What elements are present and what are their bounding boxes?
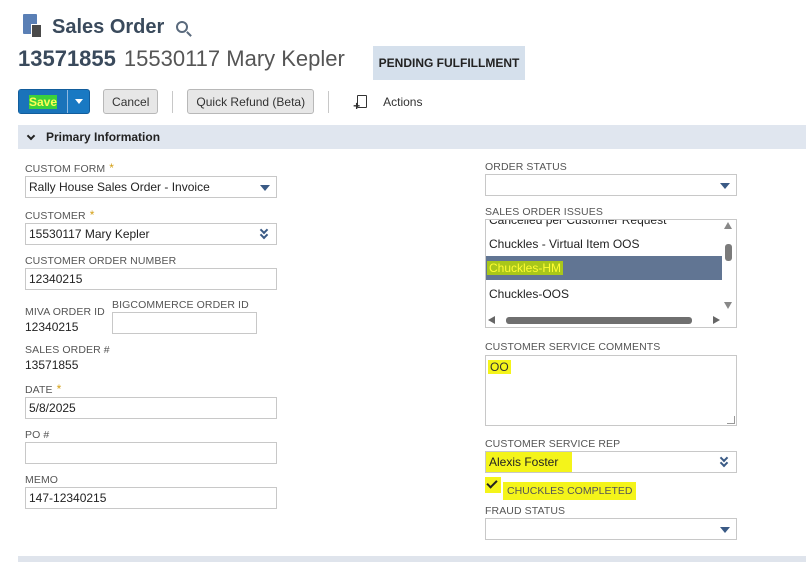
order-status-label: ORDER STATUS — [485, 161, 567, 173]
chuckles-completed-label: CHUCKLES COMPLETED — [503, 482, 637, 500]
sales-order-issues-listbox[interactable]: Cancelled per Customer Request Chuckles … — [485, 219, 737, 328]
toolbar-divider — [328, 90, 330, 113]
customer-service-rep-field[interactable]: Alexis Foster — [485, 451, 737, 473]
fraud-status-label: FRAUD STATUS — [485, 505, 566, 517]
sales-order-icon — [22, 14, 44, 40]
toolbar: Save Cancel Quick Refund (Beta) + Action… — [18, 89, 422, 114]
toolbar-divider — [172, 90, 174, 113]
chuckles-completed-checkbox[interactable] — [485, 477, 501, 493]
save-button-label: Save — [29, 94, 58, 109]
fraud-status-select[interactable] — [485, 518, 737, 540]
record-header: 13571855 15530117 Mary Kepler — [18, 46, 345, 72]
save-menu-button[interactable] — [67, 90, 89, 113]
comments-value: OO — [488, 360, 511, 374]
page-title: Sales Order — [52, 15, 165, 38]
cancel-button[interactable]: Cancel — [103, 89, 159, 114]
record-number: 13571855 — [18, 46, 116, 71]
vertical-scrollbar[interactable] — [724, 222, 734, 312]
list-item[interactable]: Chuckles-OOS — [486, 282, 722, 306]
order-status-select[interactable] — [485, 174, 737, 196]
customer-order-number-label: CUSTOMER ORDER NUMBER — [25, 255, 177, 267]
miva-order-id-label: MIVA ORDER ID — [25, 306, 105, 318]
customer-service-comments-label: CUSTOMER SERVICE COMMENTS — [485, 341, 661, 353]
list-item[interactable]: Cancelled per Customer Request — [486, 220, 722, 232]
scroll-down-icon[interactable] — [724, 302, 732, 309]
customer-field[interactable]: 15530117 Mary Kepler — [25, 223, 277, 245]
scroll-thumb[interactable] — [725, 244, 732, 261]
resize-handle-icon[interactable] — [727, 416, 735, 424]
section-primary-information[interactable]: Primary Information — [18, 125, 806, 149]
dropdown-arrow-icon — [720, 183, 730, 189]
customer-service-rep-label: CUSTOMER SERVICE REP — [485, 438, 621, 450]
sales-order-issues-label: SALES ORDER ISSUES — [485, 206, 603, 218]
customer-order-number-field[interactable]: 12340215 — [25, 268, 277, 290]
horizontal-scrollbar[interactable] — [488, 315, 720, 325]
sales-order-number-value: 13571855 — [25, 358, 79, 372]
po-number-field[interactable] — [25, 442, 277, 464]
customer-service-comments-textarea[interactable]: OO — [485, 355, 737, 426]
scroll-thumb[interactable] — [506, 317, 692, 324]
customer-service-rep-value: Alexis Foster — [486, 452, 572, 472]
scroll-up-icon[interactable] — [724, 222, 732, 229]
customer-value: 15530117 Mary Kepler — [29, 227, 150, 241]
chevron-down-icon — [74, 99, 83, 104]
miva-order-id-value: 12340215 — [25, 320, 79, 334]
bigcommerce-order-id-label: BIGCOMMERCE ORDER ID — [112, 299, 249, 311]
status-badge: PENDING FULFILLMENT — [373, 46, 525, 80]
custom-form-label: CUSTOM FORM * — [25, 161, 115, 175]
actions-icon: + — [353, 94, 369, 112]
section-title: Primary Information — [46, 130, 161, 144]
dropdown-arrow-icon — [720, 527, 730, 533]
list-item[interactable]: Chuckles - Virtual Item OOS — [486, 232, 722, 256]
next-section-bar — [18, 556, 806, 562]
bigcommerce-order-id-field[interactable] — [112, 312, 257, 334]
custom-form-select[interactable]: Rally House Sales Order - Invoice — [25, 176, 277, 198]
date-field[interactable]: 5/8/2025 — [25, 397, 277, 419]
custom-form-value: Rally House Sales Order - Invoice — [29, 180, 210, 194]
double-chevron-icon — [259, 225, 271, 241]
dropdown-arrow-icon — [260, 185, 270, 191]
checkmark-icon — [486, 477, 498, 489]
scroll-right-icon[interactable] — [713, 316, 720, 324]
search-icon[interactable] — [176, 21, 189, 33]
scroll-left-icon[interactable] — [488, 316, 495, 324]
sales-order-number-label: SALES ORDER # — [25, 344, 110, 356]
chevron-down-icon — [26, 131, 36, 140]
actions-label: Actions — [383, 94, 423, 109]
save-button[interactable]: Save — [19, 90, 68, 113]
double-chevron-icon — [719, 453, 731, 469]
po-number-label: PO # — [25, 429, 50, 441]
title-row: Sales Order — [22, 14, 189, 40]
save-button-group: Save — [18, 89, 91, 114]
memo-field[interactable]: 147-12340215 — [25, 487, 277, 509]
list-item-selected[interactable]: Chuckles-HM — [486, 256, 722, 280]
date-label: DATE * — [25, 382, 62, 396]
actions-menu[interactable]: + Actions — [353, 94, 423, 112]
customer-label: CUSTOMER * — [25, 208, 95, 222]
memo-label: MEMO — [25, 474, 59, 486]
quick-refund-button[interactable]: Quick Refund (Beta) — [187, 89, 315, 114]
record-name: 15530117 Mary Kepler — [123, 46, 345, 71]
